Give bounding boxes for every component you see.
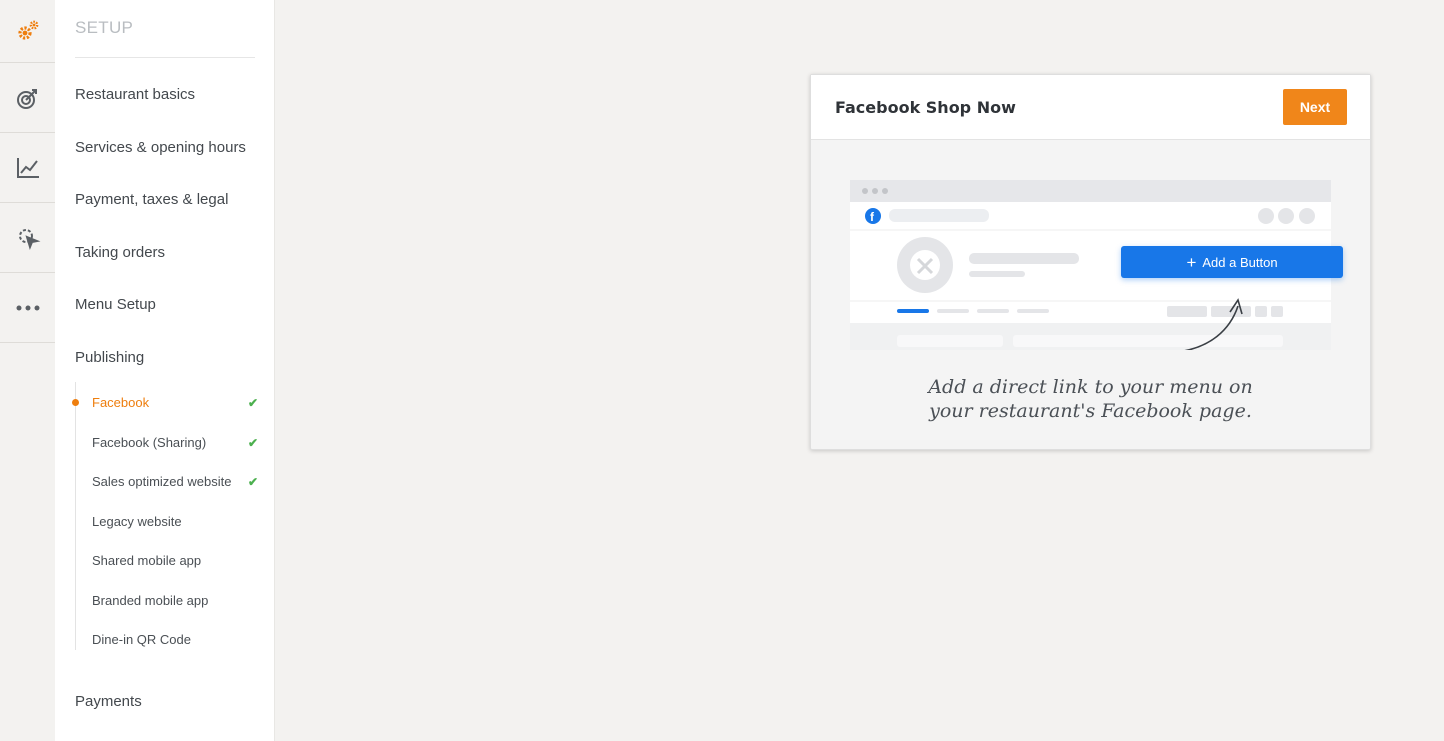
caption-line-2: your restaurant's Facebook page.	[929, 400, 1252, 422]
check-icon: ✔	[247, 395, 258, 410]
sidebar-item-payments[interactable]: Payments	[75, 693, 142, 710]
chart-line-icon	[16, 157, 39, 178]
facebook-page-illustration: f + Add a Button	[850, 180, 1343, 353]
rail-marketing-button[interactable]	[0, 63, 55, 133]
card-title: Facebook Shop Now	[835, 98, 1016, 117]
sub-item-shared-app[interactable]: Shared mobile app	[92, 553, 258, 568]
setup-sidebar: SETUP Restaurant basics Services & openi…	[55, 0, 275, 741]
sidebar-item-publishing[interactable]: Publishing	[75, 349, 144, 366]
sub-item-label: Dine-in QR Code	[92, 632, 191, 647]
check-icon: ✔	[247, 435, 258, 450]
sidebar-divider	[75, 57, 255, 58]
sub-item-label: Legacy website	[92, 514, 182, 529]
sub-item-facebook-sharing[interactable]: Facebook (Sharing) ✔	[92, 435, 258, 450]
next-button[interactable]: Next	[1283, 89, 1347, 125]
more-dots-icon	[16, 305, 39, 310]
card-caption: Add a direct link to your menu on your r…	[811, 375, 1370, 423]
cursor-gear-icon	[18, 228, 40, 250]
sidebar-item-menu-setup[interactable]: Menu Setup	[75, 296, 156, 313]
card-header: Facebook Shop Now Next	[811, 75, 1370, 140]
sub-item-label: Sales optimized website	[92, 474, 232, 489]
facebook-shop-card: Facebook Shop Now Next f + Add a Button …	[810, 74, 1371, 450]
rail-setup-button[interactable]	[0, 0, 55, 63]
sub-item-branded-app[interactable]: Branded mobile app	[92, 593, 258, 608]
plus-icon: +	[1186, 252, 1197, 272]
sub-item-label: Facebook (Sharing)	[92, 435, 207, 450]
add-button-label: Add a Button	[1202, 254, 1278, 270]
publishing-sub-list: Facebook ✔ Facebook (Sharing) ✔ Sales op…	[72, 382, 266, 650]
sidebar-item-restaurant-basics[interactable]: Restaurant basics	[75, 86, 195, 103]
sidebar-item-services-hours[interactable]: Services & opening hours	[75, 139, 246, 156]
rail-automation-button[interactable]	[0, 203, 55, 273]
rail-more-button[interactable]	[0, 273, 55, 343]
add-a-button-mock: + Add a Button	[1121, 246, 1343, 278]
icon-rail	[0, 0, 56, 741]
sidebar-item-payment-taxes[interactable]: Payment, taxes & legal	[75, 191, 228, 208]
check-icon: ✔	[247, 474, 258, 489]
sub-item-label: Facebook	[92, 395, 150, 410]
gears-icon	[17, 20, 38, 40]
sidebar-item-taking-orders[interactable]: Taking orders	[75, 244, 165, 261]
sub-item-sales-website[interactable]: Sales optimized website ✔	[92, 474, 258, 489]
caption-line-1: Add a direct link to your menu on	[928, 376, 1253, 398]
target-icon	[16, 88, 37, 109]
sub-item-facebook[interactable]: Facebook ✔	[92, 395, 258, 410]
sub-item-label: Shared mobile app	[92, 553, 202, 568]
active-indicator	[72, 399, 79, 406]
sidebar-title: SETUP	[75, 18, 134, 37]
rail-reports-button[interactable]	[0, 133, 55, 203]
sub-item-legacy-website[interactable]: Legacy website	[92, 514, 258, 529]
sub-item-qr-code[interactable]: Dine-in QR Code	[92, 632, 258, 647]
sub-item-label: Branded mobile app	[92, 593, 209, 608]
